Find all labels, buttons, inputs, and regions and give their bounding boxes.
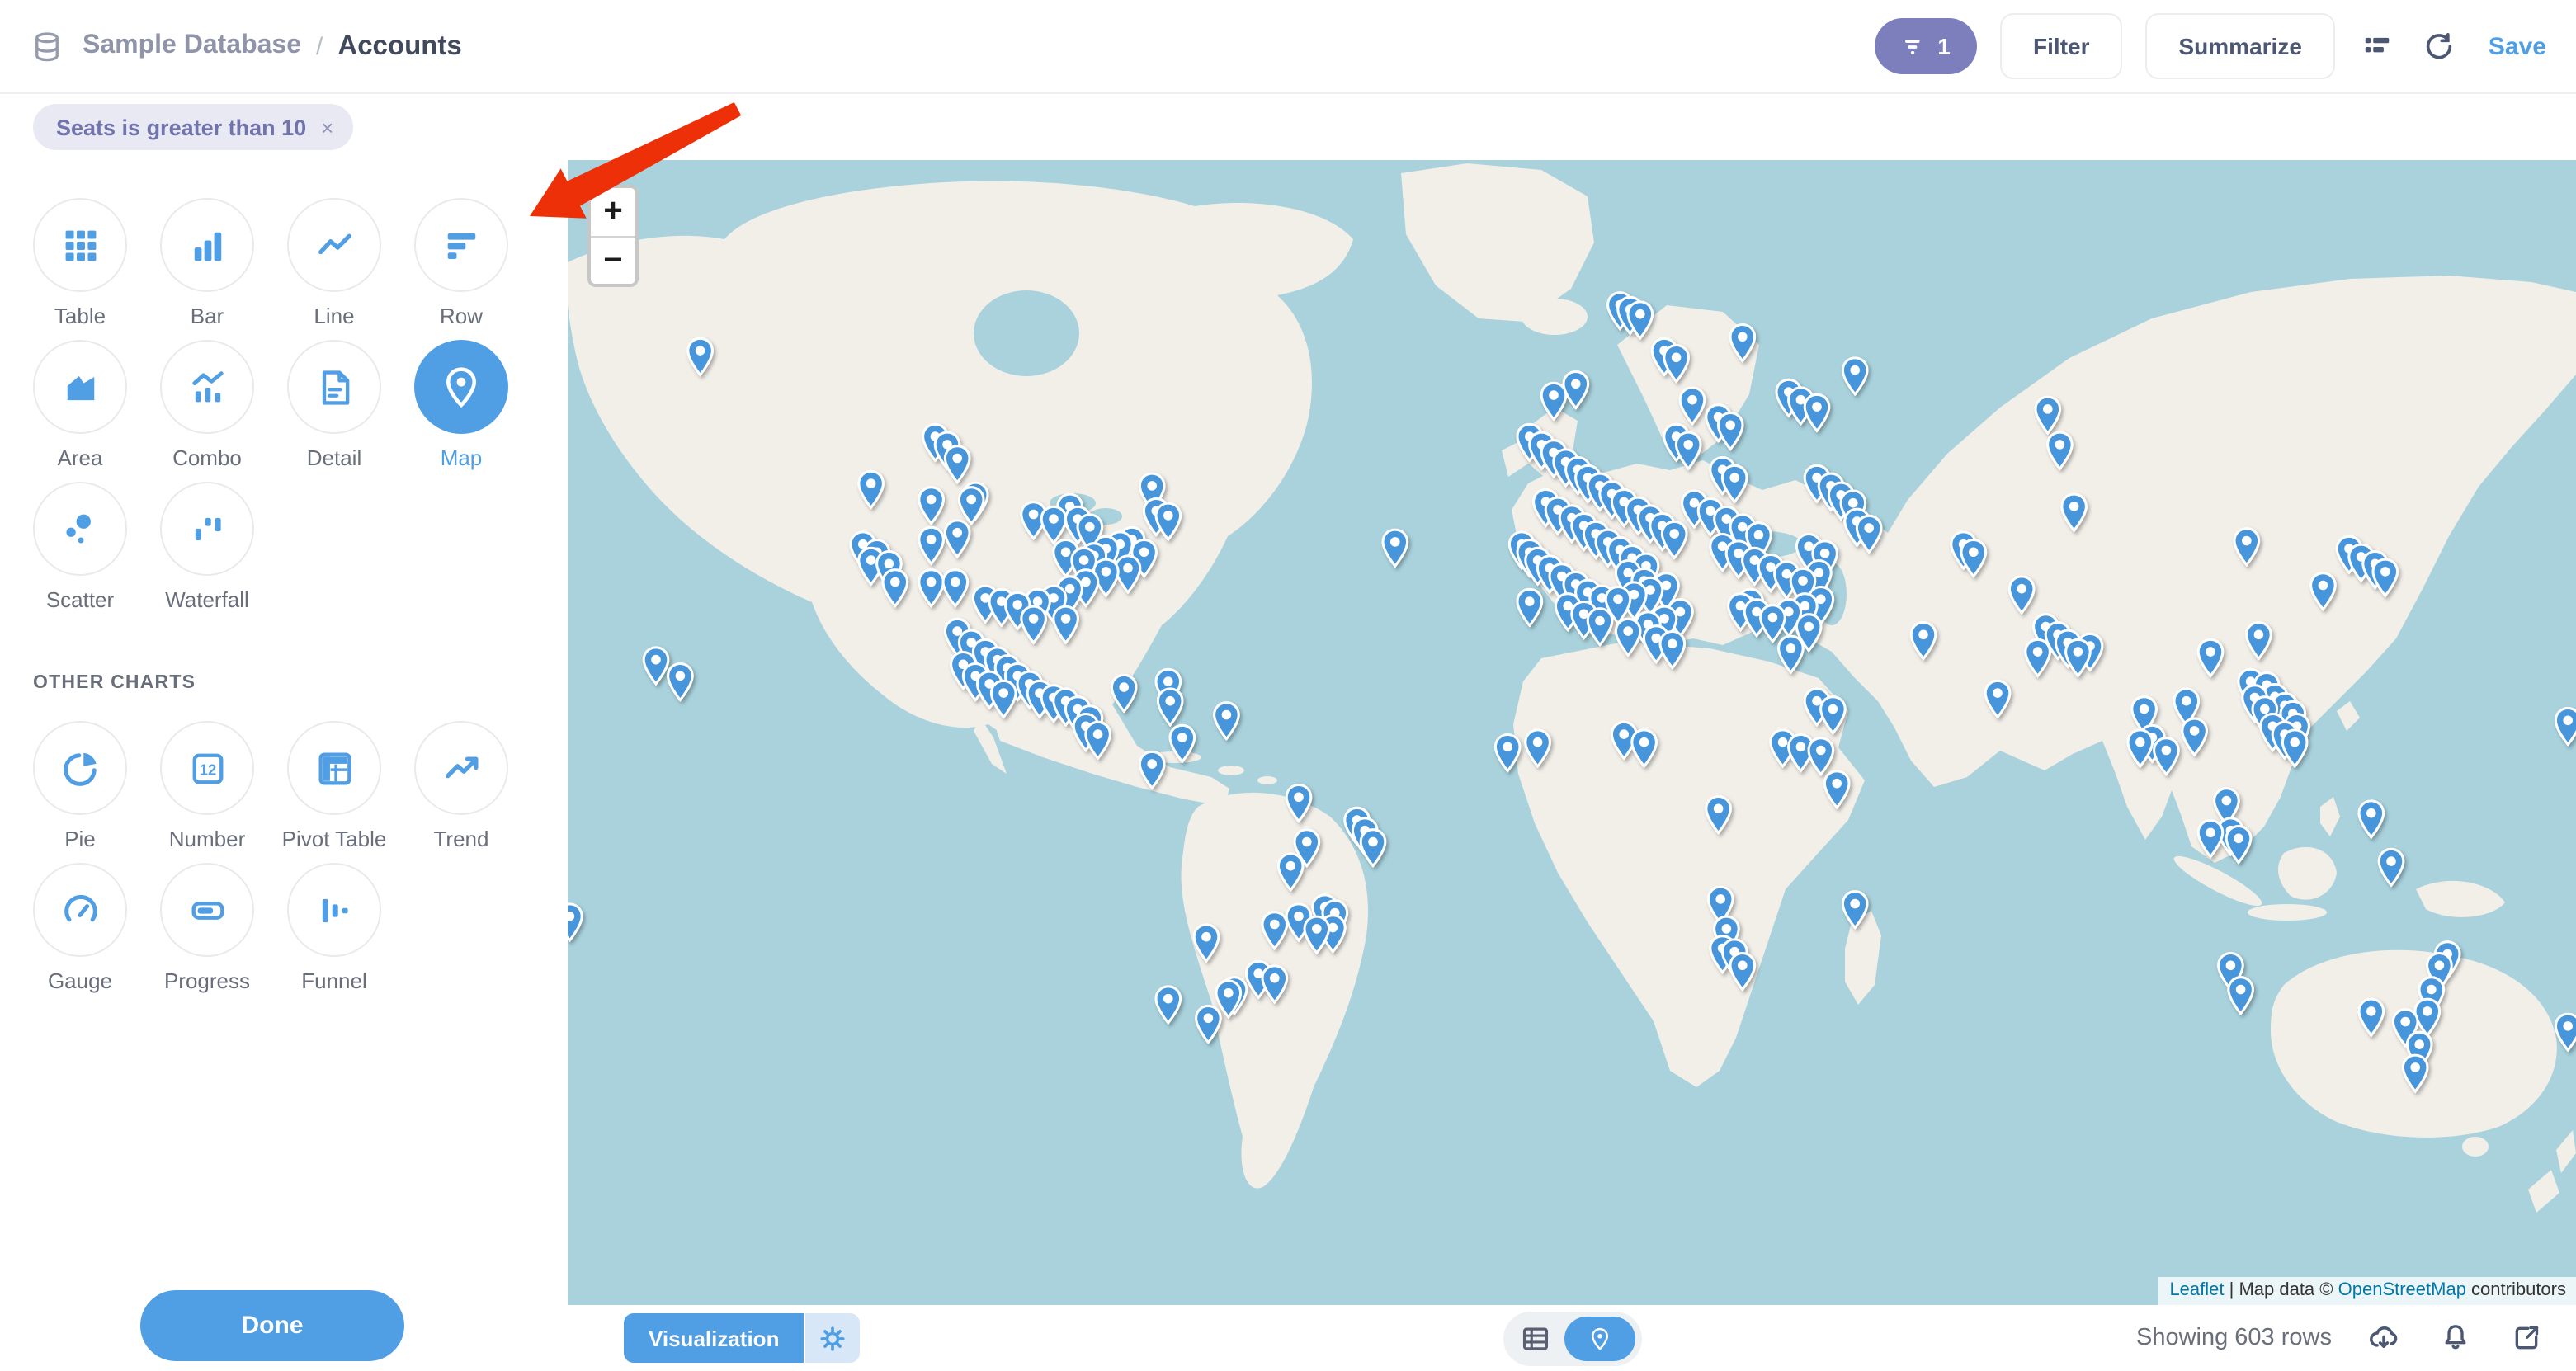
viz-type-area[interactable]: Area [17, 340, 144, 470]
filter-chip-label: Seats is greater than 10 [56, 115, 306, 139]
visualization-settings-button[interactable] [805, 1313, 860, 1363]
viz-type-funnel[interactable]: Funnel [271, 863, 398, 993]
filter-button[interactable]: Filter [2000, 13, 2122, 79]
map-attribution: Leaflet | Map data © OpenStreetMap contr… [2158, 1277, 2576, 1305]
scatter-chart-icon [59, 507, 101, 550]
zoom-out-button[interactable]: − [591, 236, 635, 284]
attribution-suffix: contributors [2466, 1280, 2566, 1300]
bar-chart-icon [186, 224, 229, 266]
notebook-icon[interactable] [2358, 27, 2396, 65]
viz-type-line[interactable]: Line [271, 198, 398, 328]
bell-icon[interactable] [2436, 1318, 2475, 1358]
viz-type-gauge[interactable]: Gauge [17, 863, 144, 993]
map-zoom-control: + − [587, 185, 639, 287]
filter-bar: Seats is greater than 10 × [0, 94, 2576, 160]
breadcrumb-database[interactable]: Sample Database [83, 31, 301, 61]
map-pin-icon [439, 365, 484, 409]
visualization-sidebar: Table Bar Line [0, 160, 568, 1371]
viz-type-combo[interactable]: Combo [144, 340, 271, 470]
line-chart-icon [313, 224, 356, 266]
row-chart-icon [440, 224, 483, 266]
combo-chart-icon [186, 365, 229, 408]
filter-chip[interactable]: Seats is greater than 10 × [33, 104, 353, 150]
refresh-icon[interactable] [2419, 26, 2459, 66]
save-button[interactable]: Save [2489, 32, 2546, 60]
breadcrumb-table[interactable]: Accounts [337, 31, 461, 62]
attribution-text: | Map data © [2225, 1280, 2338, 1300]
gear-icon [819, 1324, 847, 1352]
world-map [568, 160, 2576, 1305]
pivot-table-icon [313, 747, 356, 789]
funnel-chart-icon [313, 888, 356, 931]
bottom-bar: Visualization [568, 1305, 2576, 1371]
breadcrumb-separator: / [316, 32, 323, 60]
svg-text:12: 12 [199, 761, 215, 778]
remove-filter-icon[interactable]: × [321, 115, 333, 139]
viz-type-detail[interactable]: Detail [271, 340, 398, 470]
other-chart-grid: Pie 12 Number Pivot T [17, 721, 568, 993]
progress-icon [186, 888, 229, 931]
viz-type-pie[interactable]: Pie [17, 721, 144, 851]
funnel-icon [1901, 34, 1926, 59]
database-icon [26, 26, 68, 67]
breadcrumb: Sample Database / Accounts [26, 26, 462, 67]
active-filter-count-pill[interactable]: 1 [1875, 18, 1977, 74]
table-map-toggle [1503, 1311, 1641, 1365]
visualization-button[interactable]: Visualization [624, 1313, 804, 1363]
share-icon[interactable] [2507, 1318, 2546, 1358]
download-icon[interactable] [2363, 1317, 2404, 1359]
table-chart-icon [59, 224, 101, 266]
table-view-icon[interactable] [1519, 1322, 1550, 1354]
map-view-toggle-selected[interactable] [1564, 1316, 1635, 1360]
app-header: Sample Database / Accounts 1 Filter Summ… [0, 0, 2576, 94]
trend-icon [440, 747, 483, 789]
viz-type-row[interactable]: Row [398, 198, 525, 328]
waterfall-chart-icon [186, 507, 229, 550]
number-icon: 12 [186, 747, 229, 789]
gauge-icon [59, 888, 101, 931]
viz-type-map[interactable]: Map [398, 340, 525, 470]
viz-type-progress[interactable]: Progress [144, 863, 271, 993]
viz-type-number[interactable]: 12 Number [144, 721, 271, 851]
leaflet-link[interactable]: Leaflet [2169, 1280, 2224, 1300]
row-count-status: Showing 603 rows [2136, 1325, 2332, 1351]
map-view-icon [1587, 1326, 1611, 1350]
viz-type-bar[interactable]: Bar [144, 198, 271, 328]
other-charts-heading: OTHER CHARTS [33, 673, 568, 693]
pie-chart-icon [59, 747, 101, 789]
viz-type-table[interactable]: Table [17, 198, 144, 328]
viz-type-scatter[interactable]: Scatter [17, 482, 144, 612]
map-visualization[interactable]: + − Leaflet | Map data © OpenStreetMap c… [568, 160, 2576, 1305]
filter-count: 1 [1937, 33, 1951, 59]
zoom-in-button[interactable]: + [591, 188, 635, 236]
area-chart-icon [59, 365, 101, 408]
viz-type-waterfall[interactable]: Waterfall [144, 482, 271, 612]
main-chart-grid: Table Bar Line [17, 198, 568, 612]
viz-type-pivot-table[interactable]: Pivot Table [271, 721, 398, 851]
openstreetmap-link[interactable]: OpenStreetMap [2338, 1280, 2466, 1300]
done-button[interactable]: Done [140, 1290, 404, 1361]
detail-icon [313, 365, 356, 408]
viz-type-trend[interactable]: Trend [398, 721, 525, 851]
summarize-button[interactable]: Summarize [2146, 13, 2335, 79]
